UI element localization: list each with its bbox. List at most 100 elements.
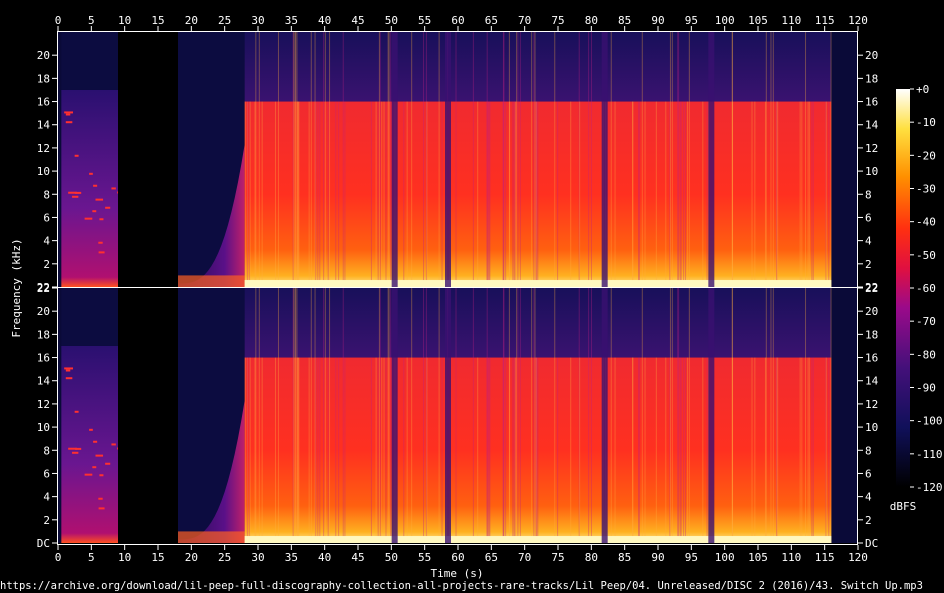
transient-line [255, 32, 257, 287]
transient-line [805, 32, 807, 287]
transient-line [378, 32, 380, 287]
transient-line [776, 101, 778, 287]
transient-line [770, 32, 772, 287]
intro-note [64, 367, 73, 370]
transient-line [406, 357, 408, 543]
y-tick-label-left: 10 [37, 421, 50, 434]
x-tick-label-top: 50 [385, 14, 398, 27]
transient-line [570, 101, 572, 287]
transient-line [812, 101, 814, 287]
intro-note [65, 121, 73, 124]
transient-line [324, 32, 326, 287]
transient-line [812, 357, 814, 543]
transient-line [614, 101, 616, 287]
x-tick-label-bottom: 55 [418, 551, 431, 564]
transient-line [387, 32, 389, 287]
transient-line [502, 288, 504, 543]
transient-line [314, 32, 316, 287]
transient-line [641, 288, 643, 543]
transient-line [406, 101, 408, 287]
y-tick-label-left: 12 [37, 142, 50, 155]
x-tick-label-bottom: 30 [251, 551, 264, 564]
x-tick-label-top: 70 [518, 14, 531, 27]
transient-line [388, 288, 390, 543]
transient-line [777, 357, 779, 543]
y-tick-label-right: 4 [865, 491, 872, 504]
intro-note [65, 377, 73, 380]
transient-line [644, 357, 646, 543]
y-tick-label-right: 2 [865, 514, 872, 527]
y-tick-label-left: 10 [37, 165, 50, 178]
intro-note [95, 198, 104, 201]
transient-line [426, 357, 428, 543]
intro-note [68, 191, 77, 194]
y-tick-label-right: 20 [865, 305, 878, 318]
transient-line [531, 288, 533, 543]
transient-line [516, 32, 518, 287]
intro-note [74, 154, 79, 157]
x-tick-label-bottom: 60 [451, 551, 464, 564]
x-tick-label-bottom: 120 [848, 551, 868, 564]
transient-line [385, 101, 387, 287]
x-tick-label-top: 45 [351, 14, 364, 27]
y-tick-label-right: 14 [865, 119, 879, 132]
transient-line [383, 101, 385, 287]
transient-line [588, 32, 590, 287]
colorbar-tick-label: -90 [916, 382, 936, 395]
intro-note [99, 218, 104, 221]
intro-note [65, 113, 71, 116]
transient-line [390, 288, 392, 543]
transient-line [590, 32, 592, 287]
transient-line [579, 357, 581, 543]
silence-segment [118, 288, 178, 543]
x-tick-label-bottom: 115 [815, 551, 835, 564]
transient-line [487, 357, 489, 543]
y-tick-label-left: 14 [37, 119, 51, 132]
intro-note [99, 474, 104, 477]
x-tick-label-bottom: 105 [748, 551, 768, 564]
transient-line [811, 357, 813, 543]
transient-line [702, 357, 704, 543]
y-tick-label-right: 6 [865, 467, 872, 480]
transient-line [537, 357, 539, 543]
intro-note [74, 410, 79, 413]
transient-line [554, 32, 556, 287]
transient-line [533, 32, 535, 287]
colorbar-ticks: +0 -10 -20 -30 -40 -50 -60 -70 -80 -90 -100 -110 -12… [910, 83, 943, 494]
transient-line [678, 288, 680, 543]
transient-line [830, 288, 832, 543]
transient-line [801, 357, 803, 543]
intro-note [93, 184, 98, 187]
transient-line [557, 101, 559, 287]
transient-line [327, 101, 329, 287]
transient-line [295, 32, 297, 287]
transient-line [411, 288, 413, 543]
transient-line [807, 357, 809, 543]
transient-line [378, 288, 380, 543]
transient-line [801, 101, 803, 287]
dropout-column [445, 288, 451, 543]
transient-line [683, 357, 685, 543]
transient-line [277, 32, 279, 287]
x-tick-label-top: 120 [848, 14, 868, 27]
transient-line [680, 357, 682, 543]
transient-line [537, 101, 539, 287]
transient-line [338, 101, 340, 287]
x-tick-label-bottom: 90 [651, 551, 664, 564]
y-tick-label-left: 20 [37, 305, 50, 318]
spectrogram-chart: 0055101015152020252530303535404045455050… [0, 14, 943, 592]
transient-line [655, 357, 657, 543]
intro-note [98, 507, 105, 510]
x-tick-label-top: 35 [285, 14, 298, 27]
transient-line [319, 101, 321, 287]
y-tick-label-left: 2 [43, 258, 50, 271]
transient-line [677, 32, 679, 287]
x-tick-label-top: 65 [485, 14, 498, 27]
x-tick-label-top: 40 [318, 14, 331, 27]
transient-line [517, 288, 519, 543]
transient-line [472, 32, 474, 287]
x-tick-label-top: 115 [815, 14, 835, 27]
transient-line [379, 288, 381, 543]
x-tick-label-bottom: 80 [585, 551, 598, 564]
y-tick-label-left: 12 [37, 398, 50, 411]
